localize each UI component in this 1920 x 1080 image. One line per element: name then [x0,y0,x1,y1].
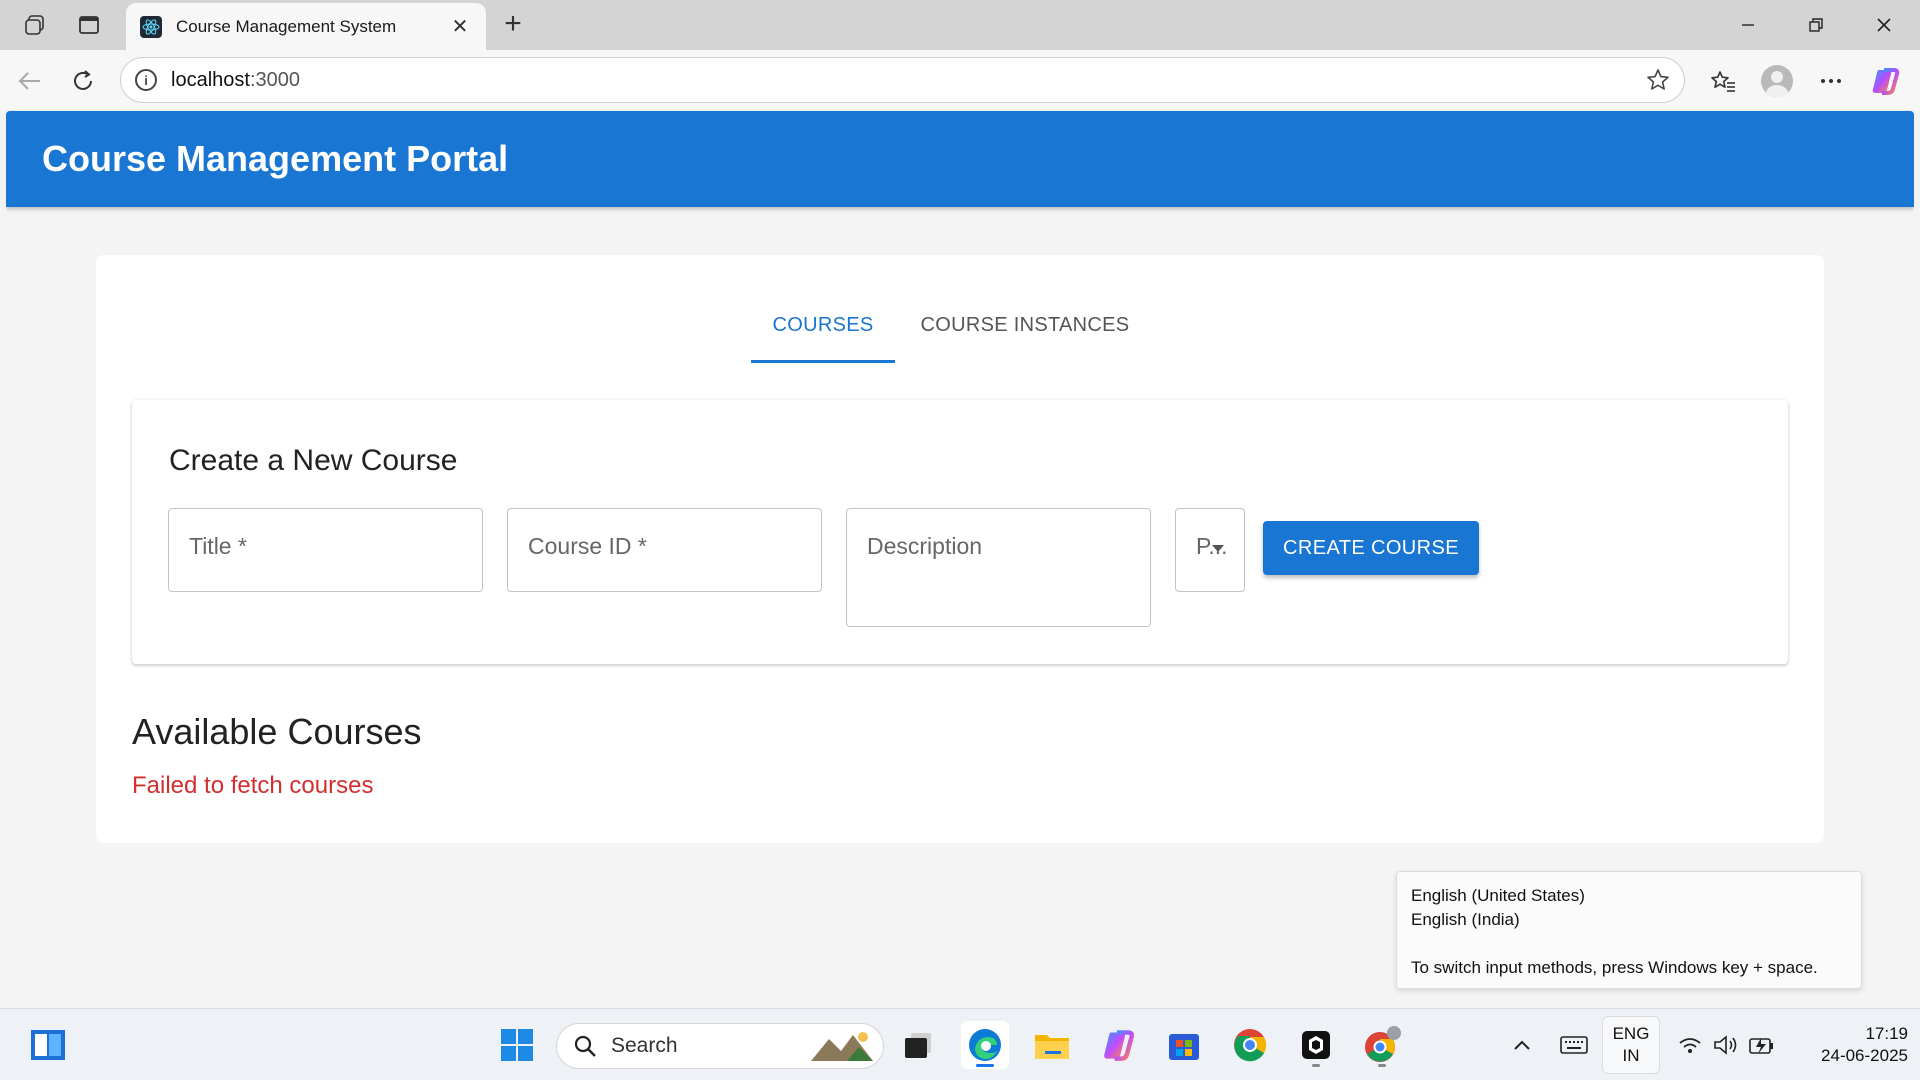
start-icon[interactable] [493,1021,541,1069]
copilot-app-icon[interactable] [1094,1021,1142,1069]
close-window-icon[interactable] [1862,8,1906,42]
title-field[interactable]: Title * [168,508,483,592]
available-courses-heading: Available Courses [132,711,422,752]
page-viewport: Course Management Portal COURSES COURSE … [6,110,1914,1004]
edge-browser-icon[interactable] [961,1021,1009,1069]
file-explorer-icon[interactable] [1028,1021,1076,1069]
copilot-icon[interactable] [1868,64,1902,98]
create-course-button[interactable]: CREATE COURSE [1263,521,1479,575]
chrome-icon[interactable] [1226,1021,1274,1069]
favorite-star-icon[interactable] [1646,68,1670,97]
more-options-icon[interactable] [1814,64,1848,98]
chrome-profile-icon[interactable] [1358,1021,1406,1069]
microsoft-store-icon[interactable] [1160,1021,1208,1069]
app-header: Course Management Portal [6,111,1914,207]
active-tab-indicator [751,360,895,363]
browser-tab-active[interactable]: Course Management System ✕ [126,3,486,50]
tab-actions-icon[interactable] [74,10,104,40]
lang-code-top: ENG [1612,1024,1650,1043]
course-id-field-label: Course ID * [528,533,647,559]
minimize-icon[interactable] [1726,8,1770,42]
input-switch-hint: To switch input methods, press Windows k… [1411,958,1818,977]
react-favicon-icon [140,15,162,38]
lang-code-bottom: IN [1622,1046,1640,1065]
favorites-icon[interactable] [1706,64,1740,98]
dropdown-arrow-icon [1212,545,1224,552]
task-view-icon[interactable] [894,1021,942,1069]
wifi-icon[interactable] [1670,1021,1710,1069]
url-host: localhost [171,68,250,91]
input-language-indicator[interactable]: ENG IN [1602,1016,1660,1074]
chevron-up-icon[interactable] [1502,1021,1542,1069]
active-indicator [976,1064,994,1067]
description-field-label: Description [867,533,983,559]
address-bar[interactable]: i localhost:3000 [120,57,1685,103]
clock-time: 17:19 [1865,1024,1908,1043]
taskbar: Search ENG IN 17:19 24-06-2025 [0,1008,1920,1080]
avatar-icon [1761,65,1793,97]
running-indicator [1312,1064,1320,1067]
main-paper: COURSES COURSE INSTANCES Create a New Co… [96,255,1824,843]
running-indicator [1378,1064,1386,1067]
title-field-label: Title * [189,533,247,559]
lang-option-us[interactable]: English (United States) [1411,884,1847,908]
volume-icon[interactable] [1706,1021,1746,1069]
search-highlight-icon [811,1032,873,1061]
profile-avatar[interactable] [1760,64,1794,98]
course-id-field[interactable]: Course ID * [507,508,822,592]
app-title: Course Management Portal [42,138,509,179]
restore-icon[interactable] [1794,8,1838,42]
widgets-icon[interactable] [24,1021,72,1069]
keyboard-icon[interactable] [1552,1021,1596,1069]
create-course-heading: Create a New Course [169,444,458,477]
tab-course-instances[interactable]: COURSE INSTANCES [918,307,1132,367]
input-method-popup: English (United States) English (India) … [1396,871,1862,989]
description-field[interactable]: Description [846,508,1151,627]
taskbar-search[interactable]: Search [556,1023,884,1069]
create-course-card: Create a New Course Title * Course ID * … [132,400,1788,664]
new-tab-button[interactable]: + [498,8,528,42]
back-icon[interactable] [12,64,46,98]
fetch-error-message: Failed to fetch courses [132,772,374,799]
tabs-bar: COURSES COURSE INSTANCES [96,255,1824,371]
reload-icon[interactable] [66,64,100,98]
lang-option-india[interactable]: English (India) [1411,908,1847,932]
clock[interactable]: 17:19 24-06-2025 [1788,1023,1908,1067]
url-port: :3000 [249,68,300,91]
browser-tabstrip: Course Management System ✕ + [0,0,1920,50]
tab-title: Course Management System [176,16,397,36]
site-info-icon[interactable]: i [135,69,157,91]
workspaces-icon[interactable] [20,10,50,40]
prerequisites-select[interactable]: P... [1175,508,1245,592]
clock-date: 24-06-2025 [1821,1046,1908,1065]
browser-toolbar: i localhost:3000 [0,50,1920,110]
battery-icon[interactable] [1742,1021,1782,1069]
url-text: localhost:3000 [171,69,300,92]
tab-courses[interactable]: COURSES [751,307,895,367]
terminal-app-icon[interactable] [1292,1021,1340,1069]
close-tab-icon[interactable]: ✕ [448,14,472,39]
search-icon [574,1035,596,1057]
search-label: Search [611,1034,678,1057]
